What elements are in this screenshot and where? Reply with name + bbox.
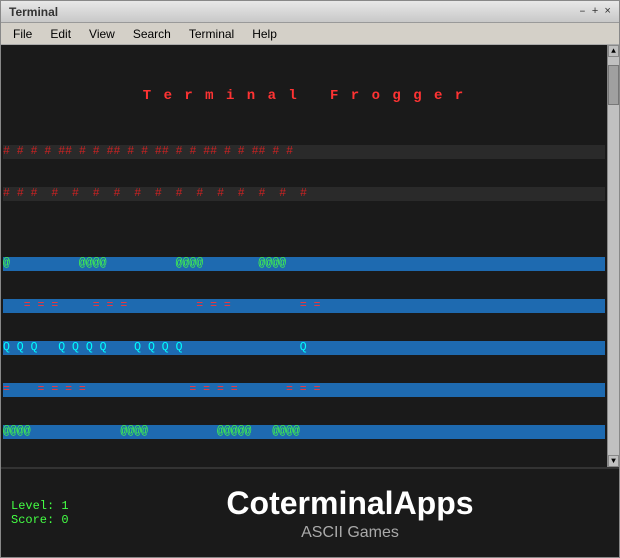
terminal-area: T e r m i n a l F r o g g e r # # # # ##… — [1, 45, 619, 467]
menu-help[interactable]: Help — [244, 25, 285, 43]
menu-file[interactable]: File — [5, 25, 40, 43]
window-title: Terminal — [9, 5, 58, 19]
maximize-button[interactable]: + — [592, 6, 599, 18]
game-title-line: T e r m i n a l F r o g g e r — [3, 89, 605, 103]
road-line-2: # # # # # # # # # # # # # # # # — [3, 187, 605, 201]
menu-bar: File Edit View Search Terminal Help — [1, 23, 619, 45]
promo-subtitle: ASCII Games — [91, 524, 609, 542]
scroll-thumb[interactable] — [608, 65, 619, 105]
river-line-2: = = = = = = = = = = = — [3, 299, 605, 313]
minimize-button[interactable]: – — [579, 6, 586, 18]
river-line-5: @@@@ @@@@ @@@@@ @@@@ — [3, 425, 605, 439]
menu-terminal[interactable]: Terminal — [181, 25, 242, 43]
title-bar: Terminal – + × — [1, 1, 619, 23]
menu-edit[interactable]: Edit — [42, 25, 79, 43]
scrollbar[interactable]: ▲ ▼ — [607, 45, 619, 467]
menu-view[interactable]: View — [81, 25, 123, 43]
level-score-display: Level: 1 Score: 0 — [11, 499, 91, 527]
scroll-up-arrow[interactable]: ▲ — [608, 45, 619, 57]
game-canvas: T e r m i n a l F r o g g e r # # # # ##… — [1, 45, 619, 467]
promo-section: Level: 1 Score: 0 CoterminalApps ASCII G… — [1, 467, 619, 557]
promo-content: CoterminalApps ASCII Games — [91, 485, 609, 542]
close-button[interactable]: × — [604, 6, 611, 18]
window: Terminal – + × File Edit View Search Ter… — [0, 0, 620, 558]
river-line-3: Q Q Q Q Q Q Q Q Q Q Q Q — [3, 341, 605, 355]
window-controls: – + × — [579, 6, 611, 18]
promo-title: CoterminalApps — [91, 485, 609, 522]
scroll-down-arrow[interactable]: ▼ — [608, 455, 619, 467]
road-line-1: # # # # ## # # ## # # ## # # ## # # ## #… — [3, 145, 605, 159]
river-line-4: = = = = = = = = = = = = — [3, 383, 605, 397]
menu-search[interactable]: Search — [125, 25, 179, 43]
game-container: T e r m i n a l F r o g g e r # # # # ##… — [1, 45, 619, 467]
river-line-1: @ @@@@ @@@@ @@@@ — [3, 257, 605, 271]
